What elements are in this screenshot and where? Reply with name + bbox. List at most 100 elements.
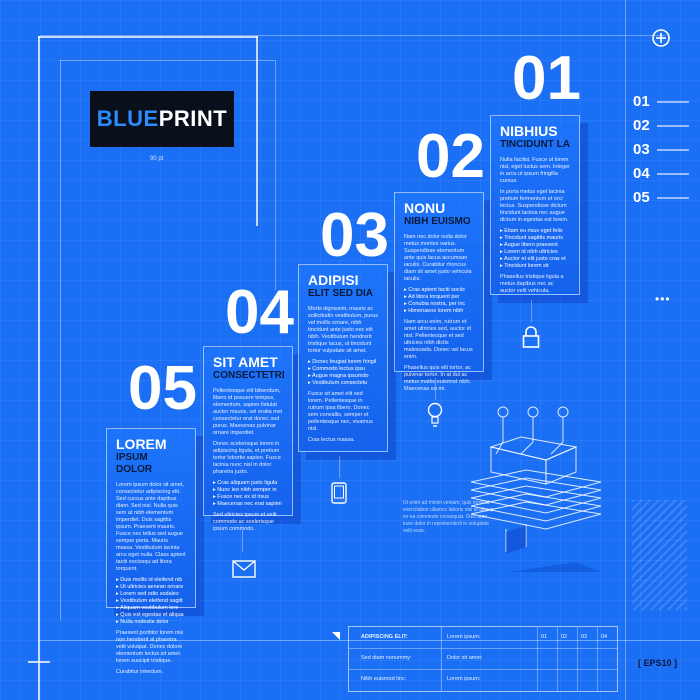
list-item: Fusce nec ex id risus bbox=[213, 494, 283, 501]
step-03-body2: Fusce sit amet elit sed lorem. Pellentes… bbox=[308, 391, 378, 444]
logo-blue-text: BLUE bbox=[96, 106, 159, 131]
step-02-title: NONU bbox=[404, 200, 446, 216]
step-01-subtitle: TINCIDUNT LA bbox=[500, 139, 570, 150]
hatch-pattern bbox=[632, 500, 687, 610]
list-item: Tincidunt lorem sit bbox=[500, 263, 570, 270]
step-01-para1: Nulla facilisi. Fusce ut lorem nisl, ege… bbox=[500, 157, 571, 184]
index-line bbox=[657, 149, 689, 151]
step-01-body: Nulla facilisi. Fusce ut lorem nisl, ege… bbox=[500, 157, 570, 224]
step-04-body2: Sed ultricies ipsum et velit commodo ac … bbox=[213, 512, 283, 533]
step-04-body: Pellentesque elit bibendum, libero id po… bbox=[213, 388, 283, 476]
list-item: Nunc leo nibh semper in bbox=[213, 487, 283, 494]
list-item: Cras aliquam justo ligula bbox=[213, 480, 283, 487]
right-rule bbox=[625, 0, 626, 700]
step-05-body: Lorem ipsum dolor sit amet, consectetur … bbox=[116, 482, 186, 573]
connector-03 bbox=[435, 378, 436, 400]
table-cell-label: ADIPISCING ELIT: bbox=[361, 634, 408, 640]
frame-bottom-tick bbox=[28, 661, 50, 663]
step-05-para1: Lorem ipsum dolor sit amet, consectetur … bbox=[116, 482, 186, 572]
frame-left-line bbox=[38, 36, 40, 700]
step-05-number: 05 bbox=[128, 354, 197, 423]
index-03: 03 bbox=[633, 141, 650, 158]
envelope-icon bbox=[232, 560, 256, 583]
isometric-stack-illustration bbox=[466, 402, 611, 592]
step-05-subtitle: IPSUM DOLOR bbox=[116, 452, 153, 475]
tablet-icon bbox=[331, 482, 347, 509]
list-item: Ut ultricies aenean ornare bbox=[116, 584, 186, 591]
step-02-subtitle: NIBH EUISMO bbox=[404, 216, 471, 227]
step-01-para3: Phasellus tristique ligula a metus dapib… bbox=[500, 274, 564, 294]
list-item: Lorem id nibh ultricies bbox=[500, 249, 570, 256]
table-col-header: 02 bbox=[561, 634, 568, 640]
step-05-title: LOREM bbox=[116, 436, 167, 452]
step-05-body2: Praesent porttitor lorem nisi non hendre… bbox=[116, 630, 186, 676]
list-item: Augue libero praesent bbox=[500, 242, 570, 249]
index-line bbox=[657, 173, 689, 175]
lock-icon bbox=[522, 326, 540, 353]
list-item: Lorem sed odio sodales bbox=[116, 591, 186, 598]
list-item: Donec feugiat lorem fringil bbox=[308, 359, 378, 366]
list-item: Tincidunt sagittis mauris bbox=[500, 235, 570, 242]
table-cell-value: Lorem ipsum: bbox=[447, 634, 481, 640]
step-05-column: LOREM IPSUM DOLOR Lorem ipsum dolor sit … bbox=[106, 428, 196, 675]
step-01-bullets: Etiam eu risus eget felis Tincidunt sagi… bbox=[500, 228, 570, 270]
step-04-column: SIT AMET CONSECTETRI Pellentesque elit b… bbox=[203, 346, 293, 532]
step-04-number: 04 bbox=[225, 278, 294, 347]
corner-arrow-icon bbox=[332, 632, 340, 640]
list-item: Ad litora torquent per bbox=[404, 294, 474, 301]
eps-label: [ EPS10 ] bbox=[638, 658, 678, 668]
list-item: Quis est egestas et aliqua bbox=[116, 612, 186, 619]
step-04-para1: Pellentesque elit bibendum, libero id po… bbox=[213, 388, 283, 436]
list-item: Himenaeos lorem nibh bbox=[404, 308, 474, 315]
table-col-header: 04 bbox=[601, 634, 608, 640]
step-02-para2: Nam arcu enim, rutrum et amet ultricies … bbox=[404, 319, 473, 360]
index-line bbox=[657, 125, 689, 127]
step-02-bullets: Cras aptent taciti sociis Ad litora torq… bbox=[404, 287, 474, 315]
step-02-column: NONU NIBH EUISMO Nam nec dolor nulla dol… bbox=[394, 192, 484, 392]
frame-inner-right bbox=[275, 60, 276, 290]
list-item: Vestibulum consectetu bbox=[308, 380, 378, 387]
list-item: Etiam eu risus eget felis bbox=[500, 228, 570, 235]
logo-dimension: 90 pt bbox=[150, 156, 164, 162]
table-cell-value: Lorem ipsum: bbox=[447, 676, 481, 682]
table-col-header: 03 bbox=[581, 634, 588, 640]
connector-02 bbox=[531, 300, 532, 322]
step-03-para1: Morbi dignissim, mauris ac sollicitudin … bbox=[308, 306, 379, 354]
step-03-subtitle: ELIT SED DIA bbox=[308, 288, 374, 299]
list-item: Duis mollis id eleifend nib bbox=[116, 577, 186, 584]
step-04-title: SIT AMET bbox=[213, 354, 278, 370]
table-cell-value: Dolor sit amet: bbox=[447, 655, 483, 661]
step-01-number: 01 bbox=[512, 44, 581, 113]
step-05-bullets: Duis mollis id eleifend nib Ut ultricies… bbox=[116, 577, 186, 626]
index-05: 05 bbox=[633, 189, 650, 206]
frame-top-line bbox=[38, 36, 258, 38]
index-02: 02 bbox=[633, 117, 650, 134]
frame-inner-line bbox=[60, 60, 61, 620]
list-item: Commodo lectus ipsu bbox=[308, 366, 378, 373]
index-04: 04 bbox=[633, 165, 650, 182]
index-line bbox=[657, 101, 689, 103]
crosshair-icon[interactable] bbox=[650, 27, 672, 54]
list-item: Augue magna ipsumdo bbox=[308, 373, 378, 380]
list-item: Maecenas nec erat sapien bbox=[213, 501, 283, 508]
step-05-para3: Curabitur interdum. bbox=[116, 669, 164, 675]
list-item: Vestibulum eleifend sagitt bbox=[116, 598, 186, 605]
step-02-body: Nam nec dolor nulla dolor metus montes v… bbox=[404, 234, 474, 283]
step-04-subtitle: CONSECTETRI bbox=[213, 370, 285, 381]
logo-white-text: PRINT bbox=[158, 106, 228, 131]
list-item: Nulla molestie dolor bbox=[116, 619, 186, 626]
step-04-para3: Sed ultricies ipsum et velit commodo ac … bbox=[213, 512, 277, 532]
step-01-title: NIBHIUS bbox=[500, 123, 558, 139]
connector-04 bbox=[339, 456, 340, 478]
step-03-body: Morbi dignissim, mauris ac sollicitudin … bbox=[308, 306, 378, 355]
step-03-title: ADIPISI bbox=[308, 272, 359, 288]
frame-right-line bbox=[256, 36, 258, 226]
spec-table: ADIPISCING ELIT: Lorem ipsum: Sed diam n… bbox=[348, 626, 618, 692]
annotation-text: Ut enim ad minim veniam, quis nostrud ex… bbox=[403, 500, 494, 534]
list-item: Cras aptent taciti sociis bbox=[404, 287, 474, 294]
list-item: Conubia nostra, per inc bbox=[404, 301, 474, 308]
step-04-para2: Donec scelerisque lorem in adipiscing li… bbox=[213, 441, 281, 475]
table-col-header: 01 bbox=[541, 634, 548, 640]
dots-icon: ••• bbox=[655, 292, 671, 306]
step-02-body2: Nam arcu enim, rutrum et amet ultricies … bbox=[404, 319, 474, 393]
